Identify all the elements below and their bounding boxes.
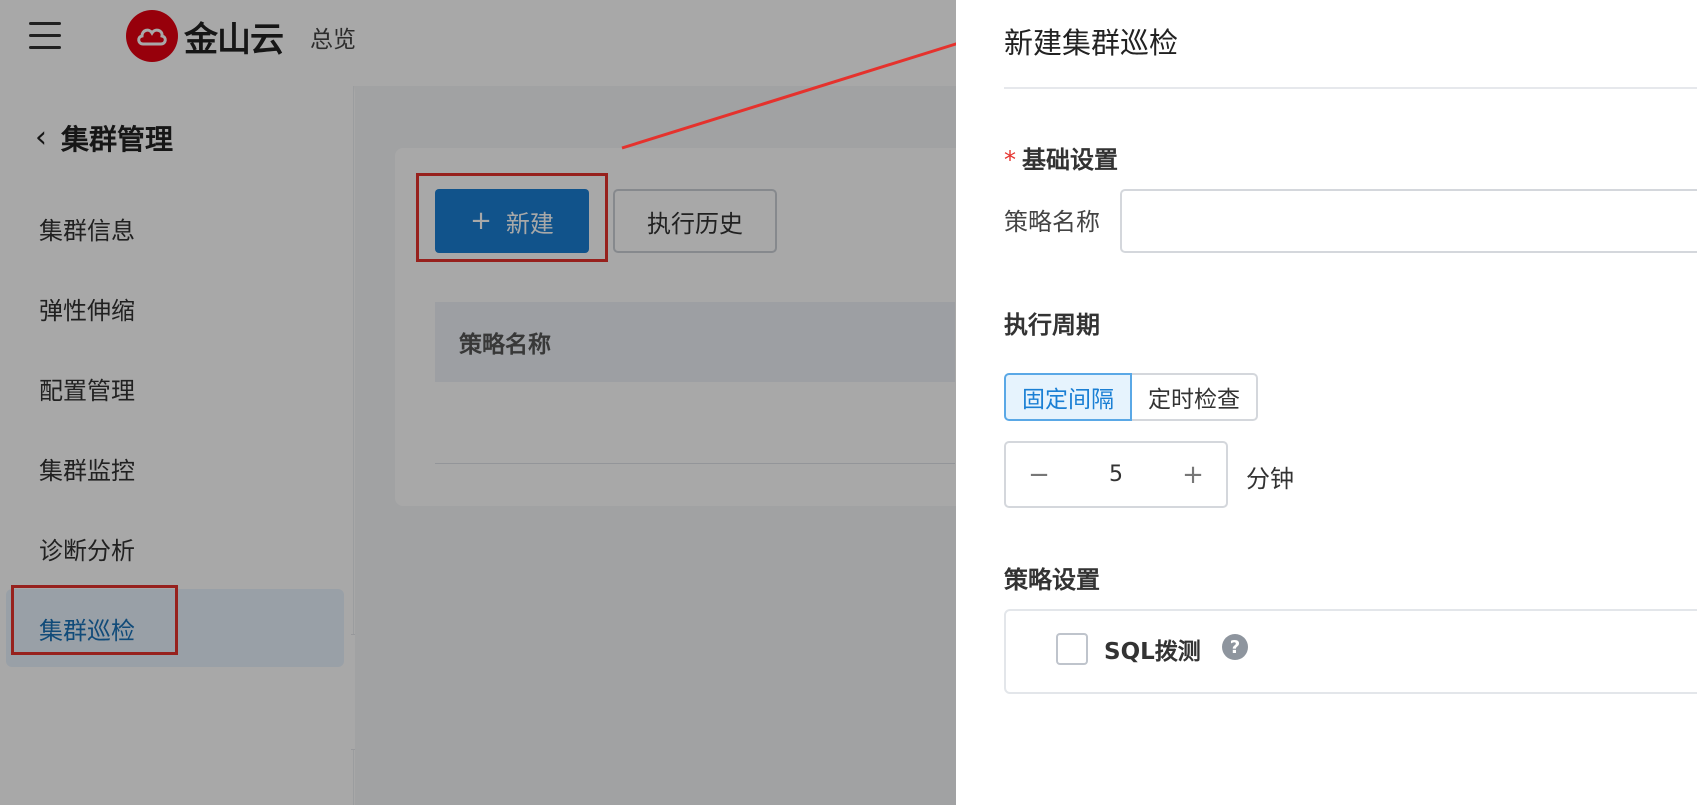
- interval-unit: 分钟: [1246, 465, 1294, 493]
- new-inspection-drawer: 新建集群巡检 * 基础设置 策略名称 执行周期 固定间隔 定时检查 − 5 + 分…: [956, 0, 1697, 805]
- sql-probe-checkbox[interactable]: [1056, 633, 1088, 665]
- period-scheduled-check[interactable]: 定时检查: [1132, 373, 1258, 421]
- required-asterisk: *: [1004, 146, 1016, 174]
- drawer-title: 新建集群巡检: [1004, 26, 1179, 60]
- basic-settings-label: 基础设置: [1022, 146, 1118, 174]
- minus-icon[interactable]: −: [1006, 443, 1072, 506]
- modal-overlay[interactable]: [0, 0, 956, 805]
- policy-name-input[interactable]: [1120, 189, 1697, 253]
- period-fixed-interval[interactable]: 固定间隔: [1004, 373, 1132, 421]
- sql-probe-label: SQL拨测: [1104, 639, 1201, 665]
- period-section-title: 执行周期: [1004, 311, 1100, 339]
- policy-name-label: 策略名称: [1004, 208, 1100, 236]
- strategy-section-title: 策略设置: [1004, 566, 1100, 594]
- drawer-divider: [1004, 87, 1697, 89]
- question-circle-icon[interactable]: ?: [1222, 634, 1248, 660]
- interval-stepper: − 5 +: [1004, 441, 1228, 508]
- plus-icon[interactable]: +: [1160, 443, 1226, 506]
- basic-settings-title: * 基础设置: [1004, 140, 1118, 175]
- period-segmented-control: 固定间隔 定时检查: [1004, 373, 1258, 421]
- strategy-box: SQL拨测 ?: [1004, 609, 1697, 694]
- interval-value[interactable]: 5: [1072, 462, 1160, 487]
